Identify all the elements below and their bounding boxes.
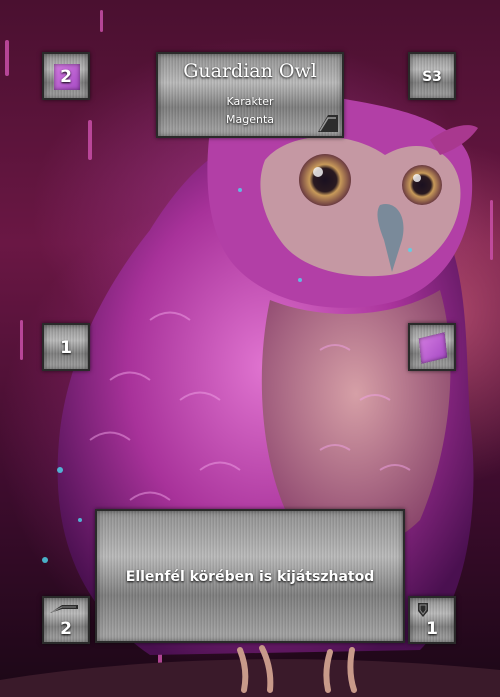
cost-badge: 2 (42, 52, 90, 100)
owl-eye-right (402, 165, 442, 205)
card-type: Karakter (226, 95, 274, 108)
attack-value: 2 (60, 619, 72, 639)
title-panel: Guardian Owl Karakter Magenta (156, 52, 344, 138)
ability-text: Ellenfél körében is kijátszhatod (125, 569, 375, 585)
ability-panel: Ellenfél körében is kijátszhatod (95, 509, 405, 643)
owl-eye-left (299, 154, 351, 206)
magenta-color-icon (418, 332, 448, 364)
left-value-badge: 1 (42, 323, 90, 371)
card-title: Guardian Owl (183, 60, 317, 82)
card-color-name: Magenta (225, 113, 274, 126)
set-badge: S3 (408, 52, 456, 100)
set-code: S3 (422, 69, 442, 85)
color-badge (408, 323, 456, 371)
cost-value: 2 (60, 67, 72, 87)
branch (0, 659, 500, 697)
page-fold-icon (318, 115, 338, 132)
defense-badge: 1 (408, 596, 456, 644)
card: Guardian Owl Karakter Magenta 2 S3 1 Ell… (0, 0, 500, 697)
left-value: 1 (60, 338, 72, 358)
defense-value: 1 (426, 619, 438, 639)
attack-badge: 2 (42, 596, 90, 644)
